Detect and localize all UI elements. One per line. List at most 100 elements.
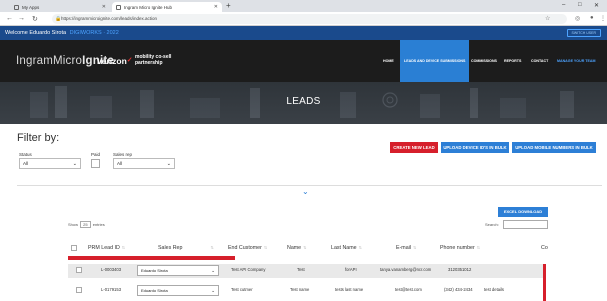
hero-banner: LEADS [0, 82, 607, 124]
nav-home[interactable]: HOME [383, 40, 394, 82]
header-label: Sales Rep [158, 245, 183, 251]
close-tab-icon[interactable]: ✕ [102, 4, 106, 10]
sort-icon: ⇅ [303, 245, 307, 250]
new-tab-button[interactable]: + [226, 1, 231, 10]
col-prm-lead-id[interactable]: PRM Lead ID ⇅ [88, 245, 125, 251]
sort-icon: ⇅ [263, 245, 268, 250]
col-name[interactable]: Name ⇅ [287, 245, 307, 251]
paid-label: Paid [91, 152, 101, 157]
nav-reports[interactable]: REPORTS [504, 40, 521, 82]
select-all-checkbox[interactable] [71, 245, 77, 251]
cell-lead-id[interactable]: L-0003403 [101, 264, 121, 276]
extensions-icon[interactable]: ◎ [575, 15, 580, 22]
sort-icon: ⇅ [476, 245, 481, 250]
cell-end-customer: Test API Company [231, 267, 266, 272]
welcome-bar: Welcome Eduardo Sirota DIGIWORKS · 2022 … [0, 26, 607, 40]
col-email[interactable]: E-mail ⇅ [396, 245, 416, 251]
page-icon [116, 4, 121, 10]
profile-icon[interactable]: ● [590, 15, 594, 21]
nav-manage-team[interactable]: MANAGE YOUR TEAM [557, 40, 595, 82]
filter-heading: Filter by: [17, 132, 60, 144]
cell-phone: (342) 434-2434 [444, 287, 473, 292]
divider [17, 185, 602, 186]
cell-lead-id[interactable]: L-0179153 [101, 284, 121, 296]
tagline-line-2: partnership [135, 59, 163, 66]
header-label: End Customer [228, 245, 262, 251]
col-last-name[interactable]: Last Name ⇅ [331, 245, 362, 251]
col-end-customer[interactable]: End Customer ⇅ [228, 245, 267, 251]
create-new-lead-button[interactable]: CREATE NEW LEAD [390, 142, 438, 153]
url-field[interactable]: 🔒 https://ingrammicroignite.com/leads/in… [52, 14, 567, 24]
maximize-button[interactable]: □ [578, 2, 582, 8]
cell-last-name: tests last name [335, 287, 364, 292]
excel-download-button[interactable]: EXCEL DOWNLOAD [498, 207, 548, 217]
cell-phone: 3120351012 [448, 267, 472, 272]
chevron-down-icon: ⌄ [211, 288, 215, 293]
row-checkbox[interactable] [76, 287, 82, 293]
apps-icon [14, 4, 19, 10]
row-checkbox[interactable] [76, 267, 82, 273]
upload-mobile-numbers-button[interactable]: UPLOAD MOBILE NUMBERS IN BULK [512, 142, 596, 153]
cell-end-customer: Test cutmer [231, 287, 253, 292]
page-title: LEADS [286, 96, 321, 107]
cell-last-name: forAPI [345, 267, 357, 272]
verizon-logo: verizon✓ [97, 56, 133, 66]
sort-icon: ⇅ [121, 245, 126, 250]
bookmark-star-icon[interactable]: ☆ [545, 15, 550, 22]
tab-label: My Apps [22, 4, 40, 10]
col-co[interactable]: Co [541, 245, 548, 251]
col-phone[interactable]: Phone number ⇅ [440, 245, 480, 251]
cell-name: Test name [290, 287, 310, 292]
paid-checkbox[interactable] [91, 159, 100, 168]
chevron-down-icon: ⌄ [72, 161, 77, 167]
cell-co: test details [484, 287, 505, 292]
sort-icon: ⇅ [210, 245, 214, 250]
salesrep-label: Sales rep [113, 152, 133, 157]
tab-ignite-hub[interactable]: Ingram Micro Ignite Hub ✕ [112, 2, 222, 12]
close-tab-icon[interactable]: ✕ [214, 4, 218, 10]
address-bar-row: ← → ↻ 🔒 https://ingrammicroignite.com/le… [0, 12, 607, 26]
col-sales-rep[interactable]: Sales Rep ⇅ [158, 245, 214, 251]
status-value: All [23, 161, 29, 166]
sales-rep-select[interactable]: Eduardo Sirota ⌄ [137, 265, 219, 276]
menu-icon[interactable]: ⋮ [600, 15, 606, 22]
show-entries: Show 25 entries [68, 221, 105, 228]
salesrep-select[interactable]: All ⌄ [113, 158, 175, 169]
main-content: Filter by: Status All ⌄ Paid Sales rep A… [0, 124, 607, 301]
cell-email: test@test.com [395, 287, 422, 292]
sales-rep-value: Eduardo Sirota [141, 288, 168, 293]
upload-device-ids-button[interactable]: UPLOAD DEVICE ID'S IN BULK [441, 142, 509, 153]
sort-icon: ⇅ [413, 245, 417, 250]
header-label: Phone number [440, 245, 475, 251]
browser-tab-bar: My Apps ✕ Ingram Micro Ignite Hub ✕ + – … [0, 0, 607, 12]
nav-commissions[interactable]: COMMISSIONS [471, 40, 497, 82]
site-header: IngramMicroIgnite verizon✓ mobility co-s… [0, 40, 607, 82]
salesrep-value: All [117, 161, 123, 166]
show-label: Show [68, 222, 79, 227]
expand-chevron-icon[interactable]: ⌄ [302, 187, 309, 196]
tab-label: Ingram Micro Ignite Hub [124, 4, 173, 10]
table-row[interactable]: L-0179153 Eduardo Sirota ⌄ Test cutmer T… [68, 284, 543, 298]
tagline: mobility co-sell partnership [135, 54, 171, 66]
switch-user-button[interactable]: SWITCH USER [566, 29, 601, 37]
reload-icon[interactable]: ↻ [32, 15, 38, 23]
search-input[interactable] [503, 220, 548, 229]
back-icon[interactable]: ← [6, 15, 13, 22]
partner-name: verizon [97, 56, 127, 66]
forward-icon[interactable]: → [18, 15, 25, 22]
nav-contact[interactable]: CONTACT [531, 40, 548, 82]
minimize-button[interactable]: – [562, 2, 565, 8]
status-select[interactable]: All ⌄ [19, 158, 81, 169]
entries-label: entries [92, 222, 105, 227]
sales-rep-select[interactable]: Eduardo Sirota ⌄ [137, 285, 219, 296]
close-window-button[interactable]: ✕ [594, 2, 599, 9]
program-name: DIGIWORKS · 2022 [69, 30, 119, 36]
nav-leads[interactable]: LEADS AND DEVICE SUBMISSIONS [400, 40, 470, 82]
tab-my-apps[interactable]: My Apps ✕ [10, 2, 110, 12]
page-size-select[interactable]: 25 [80, 221, 91, 228]
sales-rep-value: Eduardo Sirota [141, 268, 168, 273]
url-text: https://ingrammicroignite.com/leads/inde… [61, 16, 158, 21]
header-label: E-mail [396, 245, 412, 251]
header-label: PRM Lead ID [88, 245, 120, 251]
table-row[interactable]: L-0003403 Eduardo Sirota ⌄ Test API Comp… [68, 264, 543, 278]
